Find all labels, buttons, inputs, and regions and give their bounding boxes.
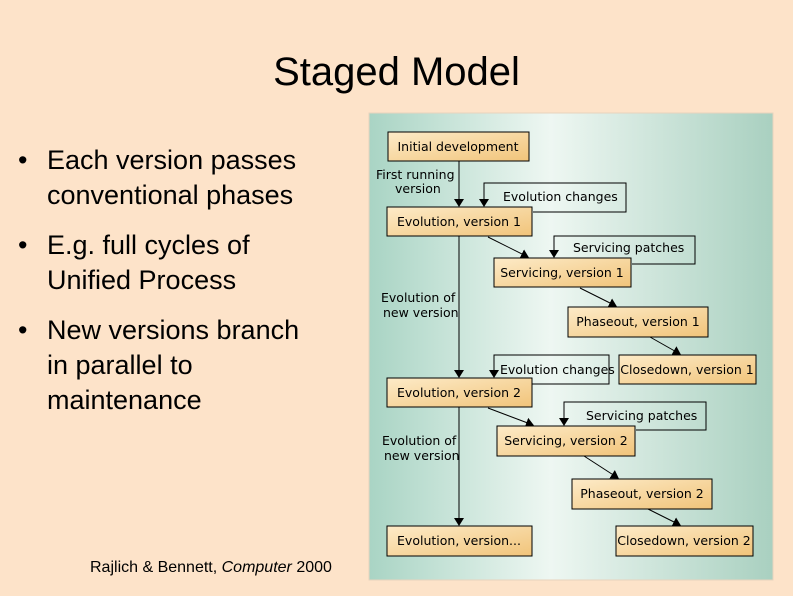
label-evolution-new-version-1: Evolution of <box>381 290 456 305</box>
stage-initial-development: Initial development <box>387 131 530 162</box>
svg-text:Phaseout, version 2: Phaseout, version 2 <box>580 486 703 501</box>
svg-text:new version: new version <box>383 305 459 320</box>
svg-text:Phaseout, version 1: Phaseout, version 1 <box>576 314 699 329</box>
svg-text:Evolution, version...: Evolution, version... <box>397 533 521 548</box>
stage-evolution-vn: Evolution, version... <box>386 525 533 557</box>
stage-closedown-v2: Closedown, version 2 <box>615 525 754 557</box>
stage-evolution-v2: Evolution, version 2 <box>386 377 533 408</box>
svg-text:new version: new version <box>384 448 460 463</box>
input-servicing-patches-2: Servicing patches <box>586 408 697 423</box>
input-evolution-changes-2: Evolution changes <box>500 362 615 377</box>
stage-servicing-v2: Servicing, version 2 <box>496 425 636 457</box>
stage-closedown-v1: Closedown, version 1 <box>618 354 757 385</box>
label-evolution-new-version-2: Evolution of <box>382 433 457 448</box>
svg-text:Evolution, version 1: Evolution, version 1 <box>397 214 521 229</box>
label-first-running: First running <box>376 167 455 182</box>
stage-evolution-v1: Evolution, version 1 <box>386 206 533 237</box>
input-servicing-patches-1: Servicing patches <box>573 240 684 255</box>
stage-phaseout-v2: Phaseout, version 2 <box>571 478 713 510</box>
svg-text:Initial development: Initial development <box>397 139 518 154</box>
staged-model-diagram: Initial development Evolution, version 1… <box>368 112 774 581</box>
svg-text:Servicing, version 2: Servicing, version 2 <box>504 433 628 448</box>
input-evolution-changes-1: Evolution changes <box>503 189 618 204</box>
svg-text:Evolution, version 2: Evolution, version 2 <box>397 385 521 400</box>
svg-text:version: version <box>395 181 441 196</box>
stage-phaseout-v1: Phaseout, version 1 <box>567 306 709 338</box>
svg-text:Closedown, version 1: Closedown, version 1 <box>620 362 753 377</box>
svg-text:Closedown, version 2: Closedown, version 2 <box>617 533 750 548</box>
stage-servicing-v1: Servicing, version 1 <box>493 257 632 288</box>
svg-text:Servicing, version 1: Servicing, version 1 <box>500 265 624 280</box>
